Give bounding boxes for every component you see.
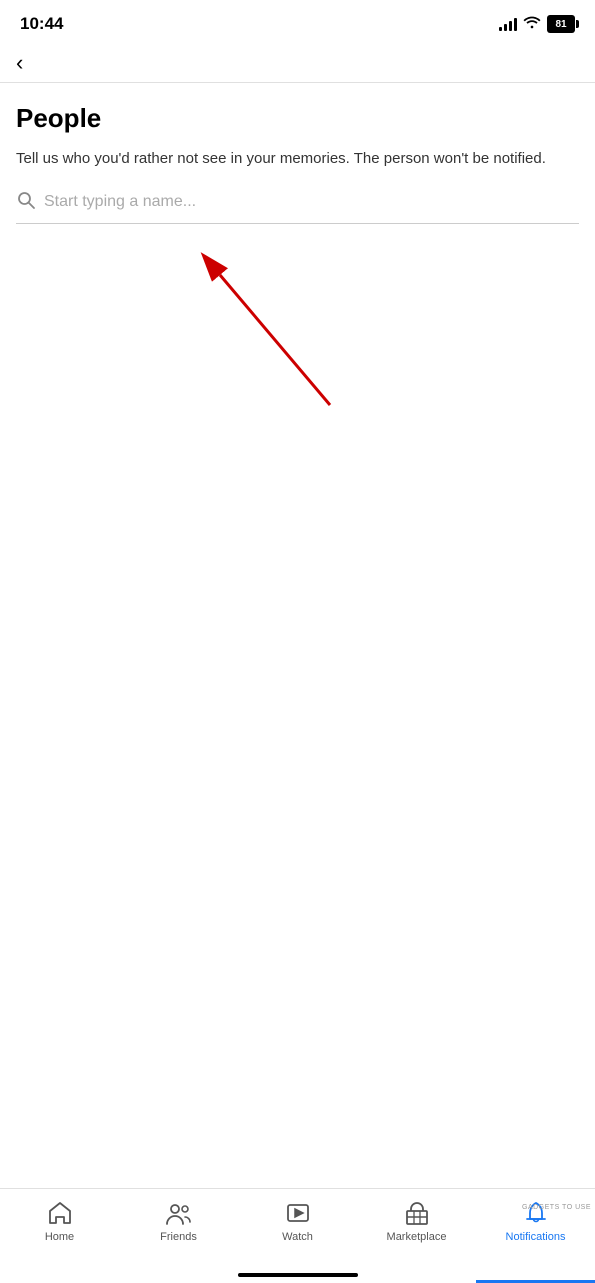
signal-bars-icon [499, 17, 517, 31]
search-input[interactable] [44, 193, 579, 211]
status-bar: 10:44 81 [0, 0, 595, 44]
tab-home-label: Home [45, 1231, 74, 1243]
page-title: People [16, 103, 579, 134]
back-button[interactable]: ‹ [16, 52, 579, 74]
friends-icon [165, 1199, 193, 1227]
marketplace-icon [403, 1199, 431, 1227]
tab-marketplace[interactable]: Marketplace [357, 1199, 476, 1243]
status-icons: 81 [499, 15, 575, 34]
bottom-tab-bar: Home Friends Watch [0, 1188, 595, 1283]
tab-watch-label: Watch [282, 1231, 313, 1243]
wifi-icon [523, 15, 541, 34]
page-description: Tell us who you'd rather not see in your… [16, 148, 579, 170]
back-navigation: ‹ [0, 44, 595, 83]
status-time: 10:44 [20, 14, 63, 34]
tab-watch[interactable]: Watch [238, 1199, 357, 1243]
tab-marketplace-label: Marketplace [387, 1231, 447, 1243]
tab-friends[interactable]: Friends [119, 1199, 238, 1243]
main-content: People Tell us who you'd rather not see … [0, 83, 595, 224]
tab-friends-label: Friends [160, 1231, 197, 1243]
watermark: GADGETS TO USE [522, 1204, 591, 1211]
annotation-arrow [50, 235, 370, 435]
search-bar[interactable] [16, 190, 579, 224]
tab-notifications-label: Notifications [506, 1231, 566, 1243]
search-icon [16, 190, 36, 215]
home-indicator-bar [238, 1273, 358, 1277]
tab-home[interactable]: Home [0, 1199, 119, 1243]
battery-icon: 81 [547, 15, 575, 33]
home-icon [46, 1199, 74, 1227]
watch-icon [284, 1199, 312, 1227]
